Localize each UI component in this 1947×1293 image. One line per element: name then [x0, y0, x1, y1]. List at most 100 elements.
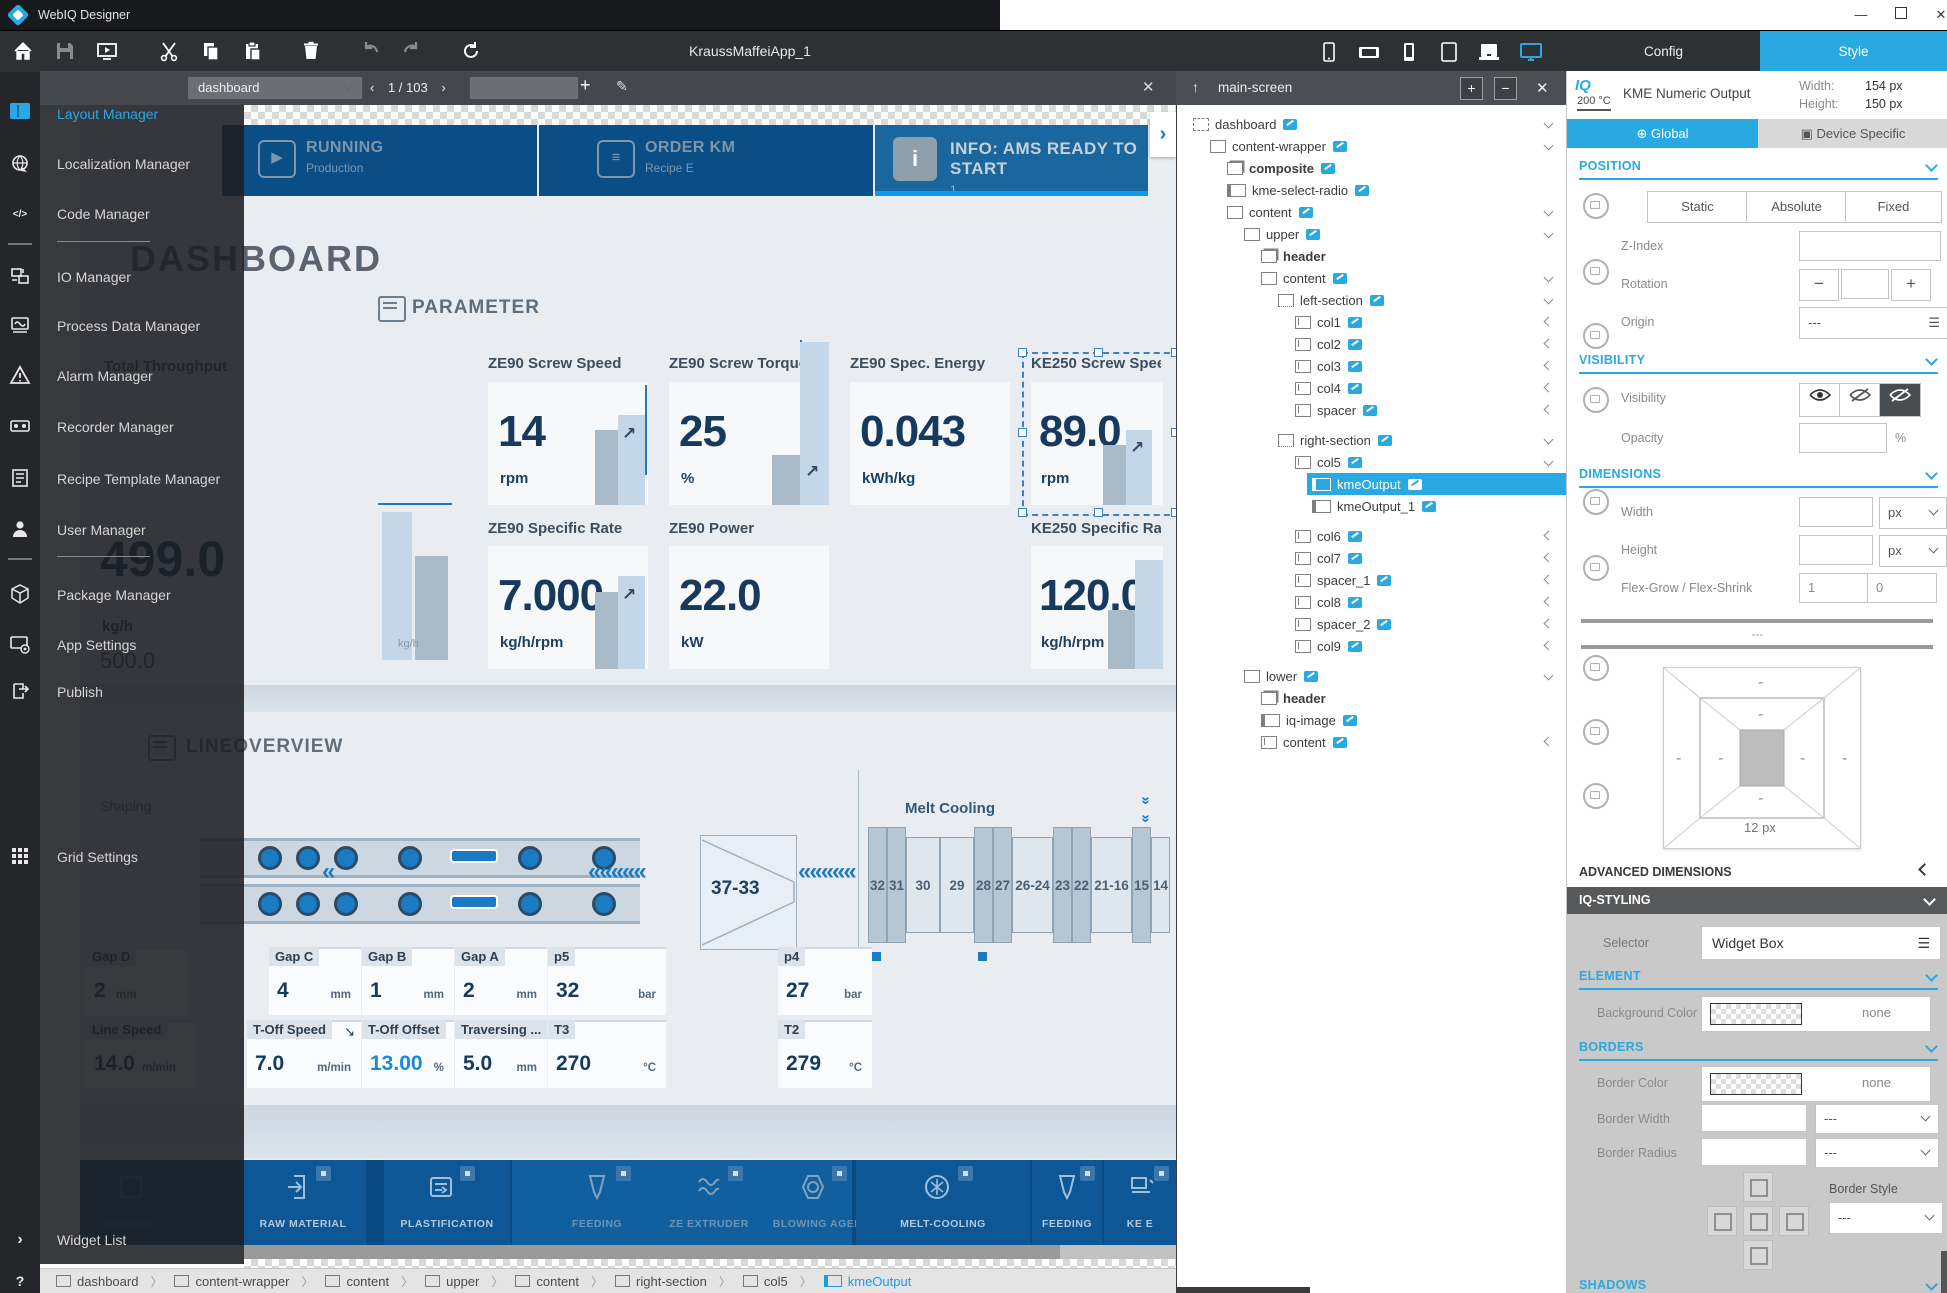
close-screen-button[interactable]: ✕: [1142, 78, 1155, 96]
tree-item[interactable]: content-wrapper: [1177, 135, 1567, 157]
tree-item[interactable]: spacer: [1177, 399, 1567, 421]
param-chip[interactable]: T-Off Speed 7.0 m/min: [247, 1020, 361, 1088]
margin-left-value[interactable]: -: [1676, 750, 1681, 768]
device-override-icon[interactable]: [1583, 387, 1609, 413]
section-advanced-dimensions[interactable]: ADVANCED DIMENSIONS: [1579, 863, 1931, 879]
section-position[interactable]: POSITION: [1579, 159, 1938, 180]
menu-item-user-manager[interactable]: User Manager: [57, 522, 146, 538]
tree-item[interactable]: lower: [1177, 665, 1567, 687]
selector-select[interactable]: Widget Box ☰: [1701, 926, 1941, 960]
zone-segment[interactable]: 26-24: [1012, 837, 1053, 933]
tree-item-chevron[interactable]: [1545, 384, 1553, 392]
tree-item[interactable]: col5: [1177, 451, 1567, 473]
zone-segment[interactable]: 27: [993, 827, 1012, 943]
menu-item-process-data-manager[interactable]: Process Data Manager: [57, 318, 200, 334]
menu-item-app-settings[interactable]: App Settings: [57, 637, 136, 653]
section-visibility[interactable]: VISIBILITY: [1579, 353, 1938, 374]
menu-item-io-manager[interactable]: IO Manager: [57, 269, 131, 285]
tree-item-chevron[interactable]: [1545, 142, 1553, 150]
scrollbar-thumb[interactable]: [244, 1245, 1060, 1259]
menu-item-publish[interactable]: Publish: [57, 684, 103, 700]
device-override-icon[interactable]: [1583, 655, 1609, 681]
menu-item-package-manager[interactable]: Package Manager: [57, 587, 171, 603]
help-icon[interactable]: ?: [8, 1269, 32, 1293]
tree-hscrollbar-thumb[interactable]: [1176, 1287, 1310, 1293]
tree-item[interactable]: kme-select-radio: [1177, 179, 1567, 201]
localization-icon[interactable]: [8, 153, 32, 177]
zone-segment[interactable]: 29: [940, 837, 974, 933]
zone-segment[interactable]: 31: [887, 827, 906, 943]
move-up-icon[interactable]: ↑: [1192, 79, 1199, 95]
device-override-icon[interactable]: [1583, 259, 1609, 285]
nav-item-feeding-2[interactable]: FEEDING: [1032, 1160, 1102, 1245]
tab-global[interactable]: ⊕ Global: [1567, 119, 1758, 148]
breadcrumb-item[interactable]: kmeOutput 〉: [823, 1274, 911, 1289]
menu-item-grid-settings[interactable]: Grid Settings: [57, 849, 138, 865]
edit-screen-button[interactable]: ✎: [616, 78, 628, 95]
expand-all-button[interactable]: +: [1460, 77, 1483, 100]
nav-item-melt-cooling[interactable]: MELT-COOLING: [856, 1160, 1030, 1245]
rotation-increase-button[interactable]: +: [1891, 269, 1931, 301]
selection-handle[interactable]: [1018, 348, 1027, 357]
home-button[interactable]: [12, 40, 36, 64]
app-settings-icon[interactable]: [8, 633, 32, 657]
param-chip[interactable]: Gap A 2 mm: [455, 947, 547, 1015]
margin-bottom-value[interactable]: 12 px: [1744, 820, 1776, 835]
tree-item-chevron[interactable]: [1545, 576, 1553, 584]
menu-item-recorder-manager[interactable]: Recorder Manager: [57, 419, 174, 435]
section-borders[interactable]: BORDERS: [1579, 1040, 1938, 1061]
visible-eye-icon[interactable]: [1799, 383, 1841, 417]
opacity-input[interactable]: [1799, 423, 1887, 453]
color-swatch[interactable]: [1710, 1073, 1802, 1095]
nav-item-ke-extruder[interactable]: KE E: [1104, 1160, 1176, 1245]
tree-item[interactable]: spacer_2: [1177, 613, 1567, 635]
tree-item[interactable]: header: [1177, 687, 1567, 709]
tree-item[interactable]: col3: [1177, 355, 1567, 377]
screen-pager[interactable]: ‹ 1 / 103 ›: [370, 77, 446, 99]
border-style-select[interactable]: ---: [1829, 1202, 1943, 1234]
collapse-all-button[interactable]: −: [1494, 77, 1517, 100]
tree-item-chevron[interactable]: [1545, 672, 1553, 680]
position-static-button[interactable]: Static: [1647, 191, 1748, 223]
tab-device-specific[interactable]: ▣ Device Specific: [1758, 119, 1947, 148]
device-override-icon[interactable]: [1583, 555, 1609, 581]
breadcrumb-item[interactable]: col5 〉: [742, 1273, 812, 1290]
close-tree-button[interactable]: ✕: [1536, 79, 1549, 97]
package-manager-icon[interactable]: [8, 583, 32, 607]
breadcrumb-item[interactable]: dashboard 〉: [56, 1273, 162, 1290]
background-color-control[interactable]: none: [1701, 996, 1931, 1032]
padding-left-value[interactable]: -: [1718, 750, 1723, 768]
delete-button[interactable]: [300, 40, 324, 64]
tab-config[interactable]: Config: [1567, 31, 1760, 72]
border-color-control[interactable]: none: [1701, 1066, 1931, 1102]
border-radius-unit-select[interactable]: ---: [1815, 1138, 1939, 1168]
border-width-input[interactable]: [1701, 1104, 1807, 1132]
cut-button[interactable]: [158, 40, 182, 64]
nav-item-raw-material[interactable]: RAW MATERIAL: [240, 1160, 366, 1245]
status-tile-info[interactable]: i INFO: AMS READY TO START 1: [875, 125, 1148, 197]
tree-item-chevron[interactable]: [1545, 208, 1553, 216]
user-manager-icon[interactable]: [8, 518, 32, 542]
device-override-icon[interactable]: [1583, 489, 1609, 515]
tree-item-chevron[interactable]: [1545, 274, 1553, 282]
border-all-toggle[interactable]: [1743, 1206, 1773, 1236]
param-chip[interactable]: Gap C 4 mm: [269, 947, 361, 1015]
breadcrumb-item[interactable]: right-section 〉: [615, 1273, 731, 1290]
status-tile-order[interactable]: ≡ ORDER KM Recipe E: [539, 125, 873, 196]
copy-button[interactable]: [200, 40, 224, 64]
tree-item[interactable]: col2: [1177, 333, 1567, 355]
device-override-icon[interactable]: [1583, 719, 1609, 745]
widget-list-expand-icon[interactable]: ›: [8, 1228, 32, 1252]
tree-item[interactable]: content: [1177, 201, 1567, 223]
param-chip[interactable]: p5 32 bar: [548, 947, 666, 1015]
flex-grow-input[interactable]: 1: [1799, 573, 1869, 603]
save-button[interactable]: [54, 40, 78, 64]
param-chip[interactable]: T2 279 °C: [778, 1020, 872, 1088]
menu-item-layout-manager[interactable]: Layout Manager: [57, 106, 158, 122]
tree-item[interactable]: content: [1177, 731, 1567, 753]
rotation-decrease-button[interactable]: −: [1799, 269, 1839, 301]
tree-item-chevron[interactable]: [1545, 532, 1553, 540]
tree-item[interactable]: spacer_1: [1177, 569, 1567, 591]
z-index-input[interactable]: [1799, 231, 1941, 261]
margin-right-value[interactable]: -: [1842, 750, 1847, 768]
